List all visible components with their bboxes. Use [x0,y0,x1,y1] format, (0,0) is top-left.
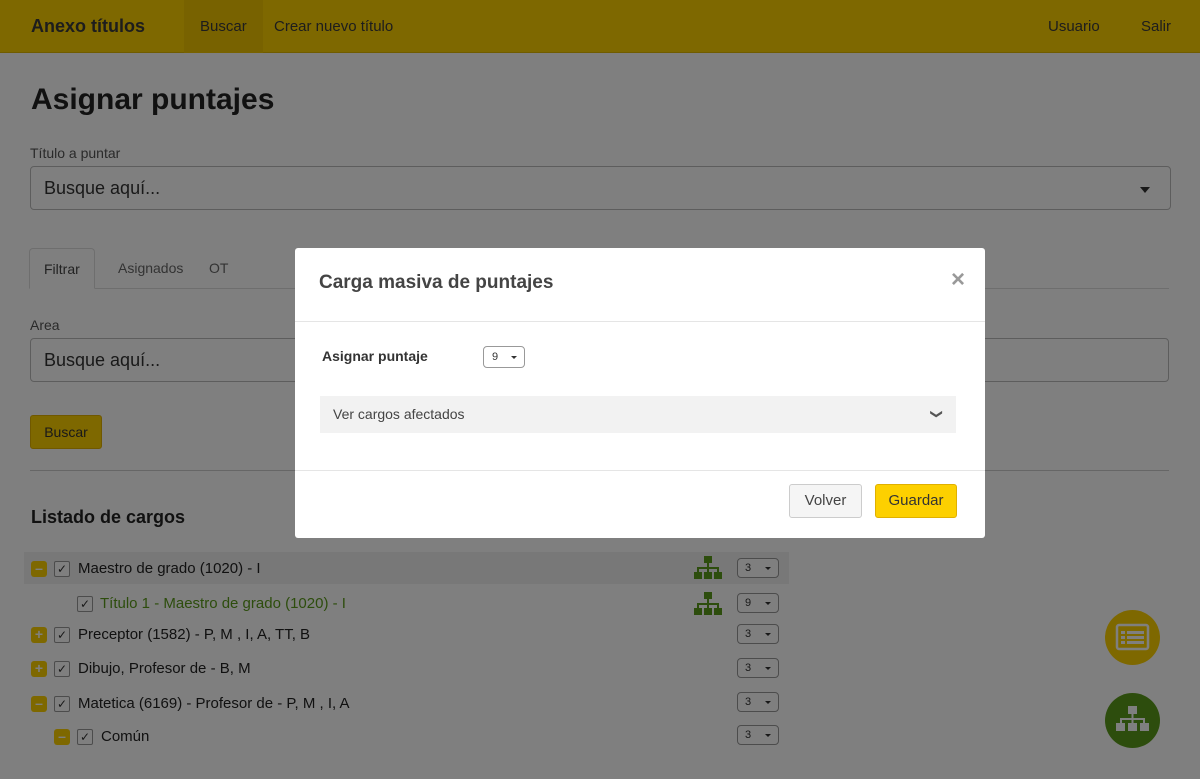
modal-title: Carga masiva de puntajes [319,272,554,293]
modal-footer-divider [295,470,985,471]
chevron-down-icon: ❯ [929,408,944,420]
assign-score-label: Asignar puntaje [322,348,428,364]
close-icon[interactable]: × [951,268,965,292]
back-button[interactable]: Volver [789,484,862,518]
modal-header-divider [295,321,985,322]
bulk-score-modal: Carga masiva de puntajes × Asignar punta… [295,248,985,538]
save-button[interactable]: Guardar [875,484,957,518]
affected-cargos-accordion[interactable]: Ver cargos afectados ❯ [320,396,956,433]
assign-score-select[interactable]: 9 [483,346,525,368]
accordion-label: Ver cargos afectados [333,406,465,422]
